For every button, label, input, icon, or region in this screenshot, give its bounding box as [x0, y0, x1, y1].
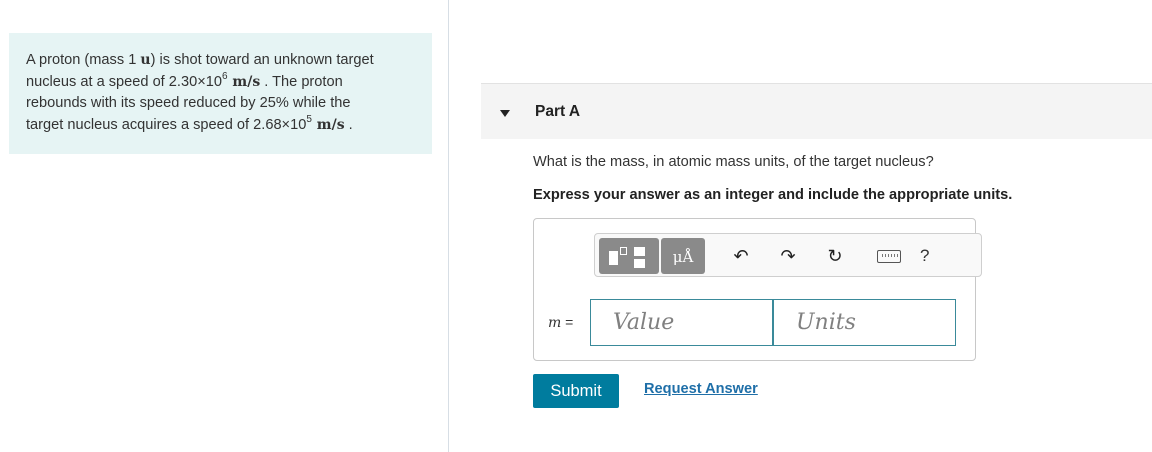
request-answer-link[interactable]: Request Answer — [644, 381, 758, 397]
problem-text: A proton (mass 1 — [26, 52, 141, 68]
unit-u: u — [140, 52, 151, 68]
keyboard-icon[interactable] — [877, 250, 901, 263]
undo-icon[interactable]: ↶ — [729, 244, 753, 268]
math-toolbar: μÅ ↶ ↷ ↻ ? — [594, 233, 982, 277]
reset-icon[interactable]: ↻ — [823, 244, 847, 268]
units-input[interactable]: Units — [773, 299, 956, 346]
problem-line-1: A proton (mass 1 u) is shot toward an un… — [26, 50, 432, 72]
problem-text: . — [344, 116, 353, 133]
templates-block — [634, 259, 645, 268]
problem-text: nucleus at a speed of 2.30×10 — [26, 73, 222, 90]
unit-mps: m/s — [227, 73, 261, 90]
problem-statement: A proton (mass 1 u) is shot toward an un… — [9, 33, 432, 154]
question-text: What is the mass, in atomic mass units, … — [533, 154, 934, 170]
help-icon[interactable]: ? — [920, 244, 929, 268]
part-title: Part A — [535, 103, 581, 120]
units-icon[interactable]: μÅ — [661, 238, 705, 274]
instruction-text: Express your answer as an integer and in… — [533, 187, 1013, 203]
answer-box: μÅ ↶ ↷ ↻ ? m = Value Units — [533, 218, 982, 361]
problem-text: ) is shot toward an unknown target — [150, 52, 374, 68]
problem-text: . The proton — [260, 73, 343, 90]
problem-line-2: nucleus at a speed of 2.30×106 m/s . The… — [26, 70, 432, 94]
templates-block — [620, 247, 627, 255]
templates-icon[interactable] — [599, 238, 659, 274]
templates-block — [634, 247, 645, 256]
problem-line-4: target nucleus acquires a speed of 2.68×… — [26, 113, 432, 137]
exponent: 6 — [221, 70, 228, 82]
problem-line-3: rebounds with its speed reduced by 25% w… — [26, 95, 351, 111]
redo-icon[interactable]: ↷ — [776, 244, 800, 268]
variable-name: m — [548, 315, 562, 331]
submit-button[interactable]: Submit — [533, 374, 619, 408]
collapse-caret-icon[interactable] — [500, 110, 510, 117]
problem-text: target nucleus acquires a speed of 2.68×… — [26, 116, 307, 133]
column-divider — [448, 0, 449, 452]
value-input[interactable]: Value — [590, 299, 773, 346]
unit-mps: m/s — [311, 116, 345, 133]
exponent: 5 — [306, 113, 312, 125]
equals-sign: = — [561, 314, 574, 330]
part-a-header[interactable]: Part A — [481, 83, 1152, 139]
variable-label: m = — [548, 314, 573, 331]
templates-block — [609, 251, 618, 265]
